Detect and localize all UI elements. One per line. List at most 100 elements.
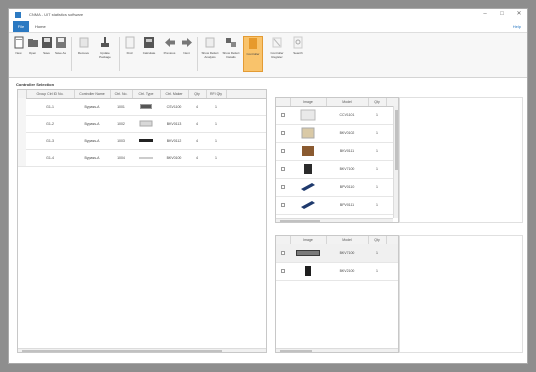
selected-model-table: Image Model Qty BKV7100 1 BKV2100 1 — [275, 235, 399, 353]
row-checkbox[interactable] — [276, 262, 290, 280]
row-selector[interactable] — [18, 98, 26, 115]
row-checkbox[interactable] — [276, 124, 290, 142]
scrollbar-thumb[interactable] — [22, 350, 222, 352]
show-defect-details-button[interactable]: Show Defect Details — [222, 36, 240, 72]
calculate-button[interactable]: Calculate — [139, 36, 159, 72]
checkbox[interactable] — [281, 167, 285, 171]
row-checkbox[interactable] — [276, 160, 290, 178]
model-table: Image Model Qty CCV1101 1 BKV0102 1 BKV0… — [275, 97, 399, 223]
model-cell: BPV0111 — [339, 203, 355, 207]
column-header[interactable]: Ctrl. Maker — [160, 90, 189, 98]
row-checkbox[interactable] — [276, 196, 290, 214]
table-row[interactable]: G1-4 Bypass-A 1004 BKV0100 4 1 — [18, 149, 266, 167]
remove-button[interactable]: Remove — [75, 36, 92, 72]
previous-button[interactable]: Previous — [162, 36, 177, 72]
row-selector[interactable] — [18, 115, 26, 132]
table-row[interactable]: BPV0111 1 — [276, 196, 398, 215]
column-header[interactable]: Model — [326, 98, 369, 106]
row-checkbox[interactable] — [276, 178, 290, 196]
ribbon-separator — [119, 37, 120, 71]
column-header[interactable]: Image — [290, 98, 327, 106]
table-row[interactable]: BKV0102 1 — [276, 124, 398, 143]
table-row[interactable]: G1-3 Bypass-A 1003 BKV0112 4 1 — [18, 132, 266, 150]
checkbox[interactable] — [281, 149, 285, 153]
column-header[interactable]: Image — [290, 236, 327, 244]
window-title: CNMA - UIT statistics software — [29, 12, 84, 17]
find-button[interactable]: Find — [123, 36, 136, 72]
row-checkbox[interactable] — [276, 142, 290, 160]
arrow-right-icon — [181, 38, 192, 47]
file-tab[interactable]: File — [13, 21, 29, 32]
open-folder-icon — [28, 39, 38, 47]
defect-analysis-icon — [205, 37, 215, 48]
calculate-icon — [144, 37, 154, 48]
show-defect-analysis-button[interactable]: Show Defect Analysis — [201, 36, 219, 72]
help-link[interactable]: Help — [513, 22, 521, 32]
new-button[interactable]: New — [13, 36, 24, 72]
checkbox[interactable] — [281, 203, 285, 207]
table-row[interactable]: BPV0110 1 — [276, 178, 398, 197]
row-selector[interactable] — [18, 149, 26, 166]
row-selector[interactable] — [18, 132, 26, 149]
checkbox[interactable] — [281, 131, 285, 135]
search-button[interactable]: Search — [291, 36, 305, 72]
save-icon — [42, 37, 52, 48]
model-image — [290, 124, 326, 142]
ribbon-separator — [71, 37, 72, 71]
column-header[interactable]: Model — [326, 236, 369, 244]
group-id-cell: G1-2 — [46, 121, 54, 126]
open-button[interactable]: Open — [27, 36, 38, 72]
search-icon — [293, 36, 303, 49]
column-header[interactable]: Controller Name — [74, 90, 111, 98]
qty-cell: 4 — [196, 138, 198, 143]
scrollbar-thumb[interactable] — [280, 220, 320, 222]
rfi-qty-cell: 1 — [215, 104, 217, 109]
rfi-qty-cell: 1 — [215, 121, 217, 126]
close-button[interactable]: ✕ — [513, 11, 525, 18]
horizontal-scrollbar[interactable] — [276, 348, 398, 352]
column-header[interactable]: Qty — [188, 90, 207, 98]
checkbox[interactable] — [281, 185, 285, 189]
scrollbar-thumb[interactable] — [395, 110, 398, 170]
update-package-button[interactable]: Update Package — [95, 36, 115, 72]
scrollbar-thumb[interactable] — [280, 350, 312, 352]
model-cell: BKV2100 — [339, 269, 355, 273]
table-row[interactable]: G1-2 Bypass-A 1002 BKV0113 4 1 — [18, 115, 266, 133]
row-checkbox[interactable] — [276, 244, 290, 262]
row-checkbox[interactable] — [276, 106, 290, 124]
table-row[interactable]: BKV7100 1 — [276, 160, 398, 179]
model-photo — [296, 250, 320, 256]
controller-register-button[interactable]: Controller Register — [266, 36, 288, 72]
checkbox[interactable] — [281, 113, 285, 117]
table-row[interactable]: BKV7100 1 — [276, 244, 398, 263]
table-row[interactable]: CCV1101 1 — [276, 106, 398, 125]
column-header[interactable]: Group Ctrl ID No. — [26, 90, 75, 98]
checkbox[interactable] — [281, 269, 285, 273]
horizontal-scrollbar[interactable] — [276, 218, 393, 222]
column-header[interactable]: Qty — [368, 236, 387, 244]
home-tab[interactable]: Home — [35, 22, 46, 32]
save-as-button[interactable]: Save As — [55, 36, 66, 72]
save-as-icon — [56, 37, 66, 48]
next-button[interactable]: Next — [180, 36, 193, 72]
table-row[interactable]: BKV0111 1 — [276, 142, 398, 161]
controller-image — [139, 120, 153, 127]
model-image — [290, 106, 326, 124]
ctrl-no-cell: 1004 — [117, 155, 125, 160]
table-row[interactable]: BKV2100 1 — [276, 262, 398, 281]
column-header[interactable]: Ctrl. Type — [132, 90, 161, 98]
model-photo — [301, 183, 315, 191]
maximize-button[interactable]: □ — [496, 11, 508, 18]
column-header[interactable]: Ctrl. No. — [110, 90, 133, 98]
ctrl-type-image — [132, 98, 160, 115]
minimize-button[interactable]: – — [479, 11, 491, 18]
checkbox[interactable] — [281, 251, 285, 255]
column-header[interactable]: RFI Qty — [206, 90, 227, 98]
column-header[interactable]: Qty — [368, 98, 387, 106]
horizontal-scrollbar[interactable] — [18, 348, 266, 352]
table-row[interactable]: G1-1 Bypass-A 1001 CSV1100 4 1 — [18, 98, 266, 116]
ribbon-toolbar: New Open Save Save As Remove Update Pack… — [9, 33, 527, 78]
ctrl-no-cell: 1003 — [117, 138, 125, 143]
save-button[interactable]: Save — [41, 36, 52, 72]
controller-button[interactable]: Controller — [243, 36, 263, 72]
